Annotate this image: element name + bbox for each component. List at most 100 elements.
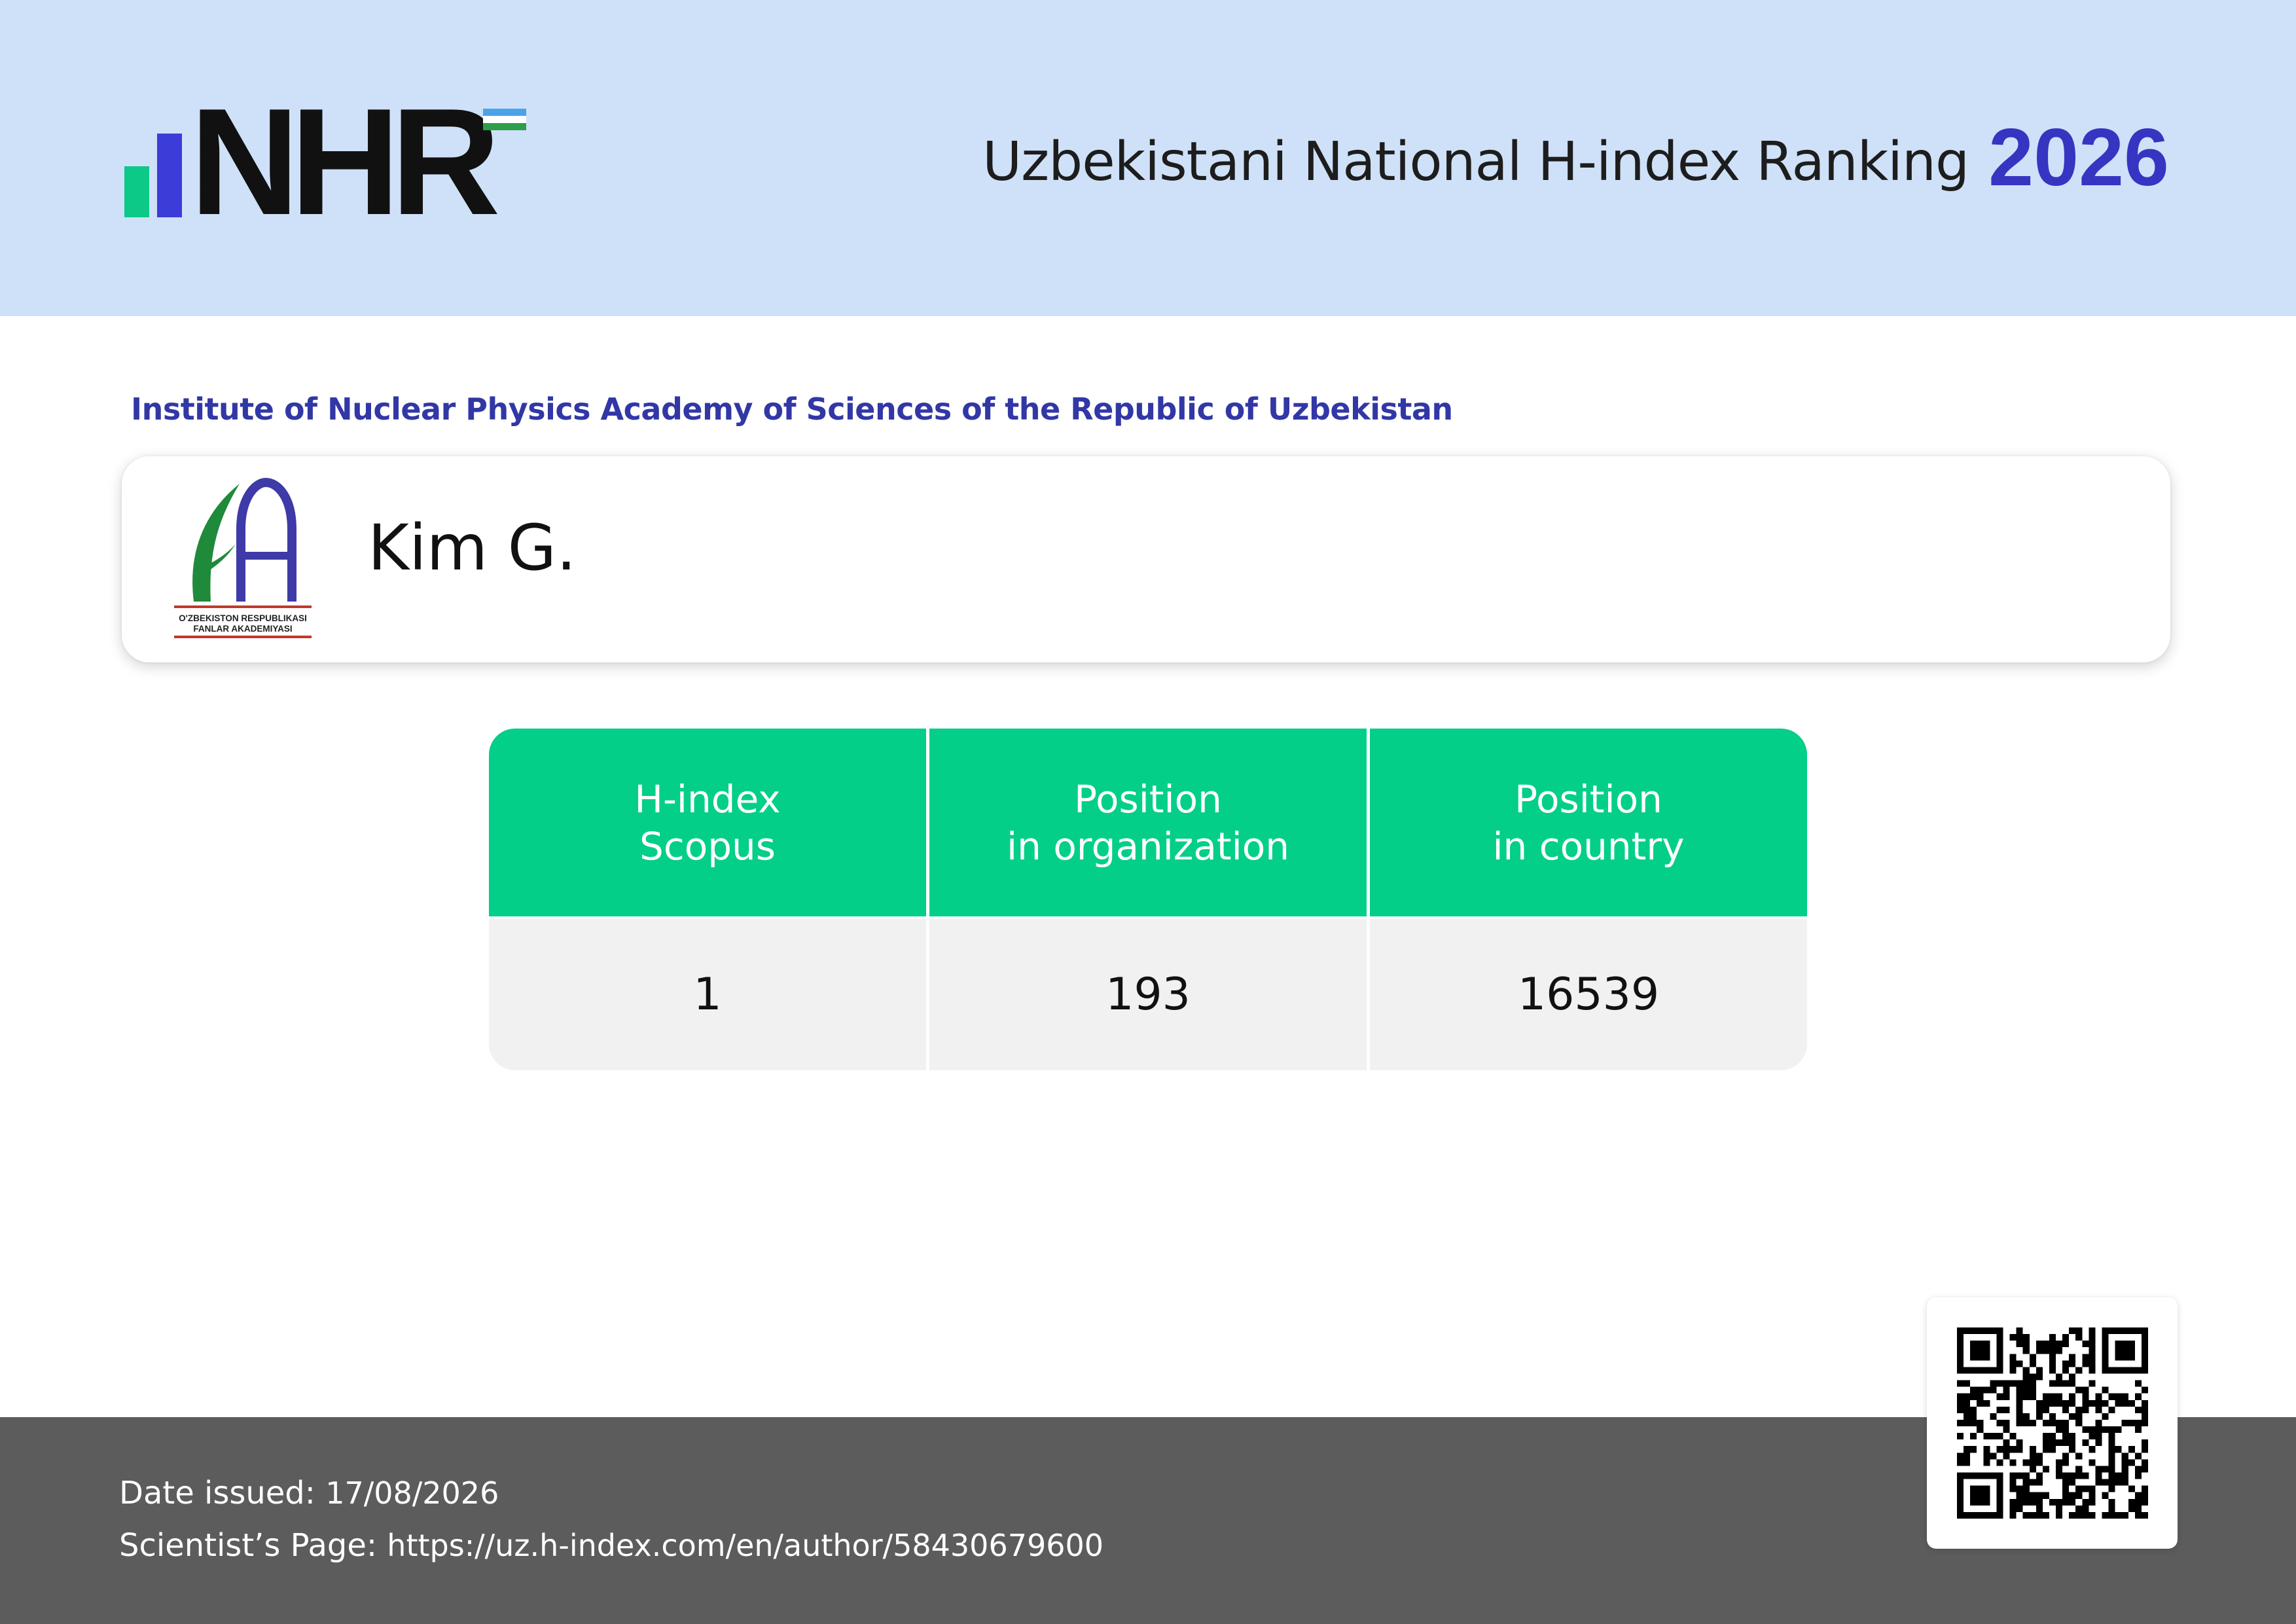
qr-module bbox=[2069, 1399, 2076, 1407]
qr-module bbox=[2141, 1492, 2148, 1499]
qr-module bbox=[2108, 1393, 2115, 1400]
qr-module bbox=[2062, 1380, 2070, 1387]
qr-module bbox=[2134, 1498, 2142, 1506]
qr-module bbox=[2056, 1498, 2063, 1506]
qr-module bbox=[2022, 1511, 2030, 1519]
qr-module bbox=[1970, 1341, 1990, 1361]
qr-module bbox=[2128, 1498, 2135, 1506]
qr-module bbox=[2075, 1472, 2083, 1479]
qr-module bbox=[2049, 1419, 2056, 1427]
qr-module bbox=[1957, 1399, 1964, 1407]
qr-module bbox=[2062, 1439, 2070, 1447]
qr-module bbox=[2134, 1505, 2142, 1512]
qr-module bbox=[2022, 1347, 2030, 1354]
qr-module bbox=[2042, 1341, 2049, 1348]
qr-module bbox=[2049, 1341, 2056, 1348]
qr-module bbox=[1977, 1426, 1984, 1434]
logo-bar-tall bbox=[157, 134, 182, 217]
qr-module bbox=[2009, 1459, 2017, 1466]
qr-module bbox=[2049, 1439, 2056, 1447]
qr-module bbox=[2108, 1505, 2115, 1512]
qr-module bbox=[2062, 1459, 2070, 1466]
qr-module bbox=[2062, 1426, 2070, 1434]
qr-module bbox=[2022, 1334, 2030, 1341]
qr-module bbox=[1964, 1446, 1971, 1453]
scientist-card: O'ZBEKISTON RESPUBLIKASI FANLAR AKADEMIY… bbox=[122, 456, 2170, 662]
qr-module bbox=[2029, 1360, 2036, 1367]
qr-module bbox=[1957, 1459, 1964, 1466]
qr-module bbox=[2036, 1453, 2043, 1460]
qr-module bbox=[1970, 1413, 1977, 1420]
qr-module bbox=[2134, 1511, 2142, 1519]
qr-module bbox=[1970, 1386, 1977, 1394]
scientist-page-link[interactable]: https://uz.h-index.com/en/author/5843067… bbox=[387, 1528, 1103, 1563]
qr-module bbox=[2056, 1419, 2063, 1427]
qr-module bbox=[2029, 1393, 2036, 1400]
qr-module bbox=[2121, 1479, 2128, 1486]
qr-module bbox=[2108, 1433, 2115, 1440]
qr-module bbox=[1996, 1406, 2003, 1413]
qr-module bbox=[2062, 1479, 2070, 1486]
academy-logo-text-line2: FANLAR AKADEMIYASI bbox=[193, 624, 293, 634]
qr-module bbox=[2022, 1472, 2030, 1479]
qr-module bbox=[2069, 1479, 2076, 1486]
qr-module bbox=[2134, 1393, 2142, 1400]
qr-module bbox=[2108, 1466, 2115, 1473]
qr-module bbox=[2082, 1386, 2089, 1394]
qr-module bbox=[2075, 1406, 2083, 1413]
qr-module bbox=[2049, 1433, 2056, 1440]
qr-module bbox=[2003, 1380, 2010, 1387]
qr-module bbox=[2082, 1341, 2089, 1348]
qr-module bbox=[2016, 1413, 2023, 1420]
qr-module bbox=[2003, 1419, 2010, 1427]
qr-module bbox=[2089, 1367, 2096, 1374]
stat-header-line1: H-index bbox=[634, 776, 781, 821]
qr-module bbox=[1977, 1399, 1984, 1407]
qr-module bbox=[2036, 1479, 2043, 1486]
qr-module bbox=[1964, 1419, 1971, 1427]
qr-module bbox=[2128, 1399, 2135, 1407]
qr-module bbox=[2141, 1419, 2148, 1427]
logo-bar-short bbox=[124, 166, 149, 217]
qr-module bbox=[2003, 1393, 2010, 1400]
qr-module bbox=[2115, 1426, 2122, 1434]
qr-module bbox=[2062, 1492, 2070, 1499]
qr-module bbox=[2134, 1466, 2142, 1473]
qr-module bbox=[2128, 1459, 2135, 1466]
qr-module bbox=[1983, 1399, 1990, 1407]
qr-module bbox=[2062, 1399, 2070, 1407]
qr-module bbox=[2075, 1386, 2083, 1394]
header-title: Uzbekistani National H-index Ranking bbox=[982, 131, 1969, 193]
qr-module bbox=[2016, 1472, 2023, 1479]
qr-module bbox=[2003, 1446, 2010, 1453]
qr-module bbox=[2108, 1439, 2115, 1447]
qr-module bbox=[1970, 1433, 1977, 1440]
qr-module bbox=[2128, 1505, 2135, 1512]
qr-module bbox=[2075, 1453, 2083, 1460]
qr-module bbox=[2089, 1327, 2096, 1335]
qr-module bbox=[2016, 1439, 2023, 1447]
qr-module bbox=[1964, 1459, 1971, 1466]
qr-module bbox=[2016, 1485, 2023, 1492]
qr-module bbox=[2102, 1399, 2109, 1407]
qr-module bbox=[2009, 1334, 2017, 1341]
stat-value: 193 bbox=[929, 919, 1367, 1070]
qr-module bbox=[2022, 1498, 2030, 1506]
qr-module bbox=[2029, 1380, 2036, 1387]
qr-module bbox=[2029, 1479, 2036, 1486]
qr-module bbox=[2095, 1466, 2102, 1473]
qr-module bbox=[2056, 1347, 2063, 1354]
qr-module bbox=[1957, 1406, 1964, 1413]
qr-code-card[interactable] bbox=[1927, 1297, 2178, 1549]
stat-column-hindex: H-index Scopus 1 bbox=[489, 729, 926, 1070]
qr-module bbox=[2069, 1498, 2076, 1506]
qr-module bbox=[2115, 1511, 2122, 1519]
qr-module bbox=[2089, 1354, 2096, 1361]
qr-module bbox=[2069, 1354, 2076, 1361]
qr-module bbox=[1977, 1386, 1984, 1394]
qr-module bbox=[2042, 1446, 2049, 1453]
qr-module bbox=[2095, 1393, 2102, 1400]
qr-module bbox=[2042, 1511, 2049, 1519]
qr-module bbox=[1996, 1380, 2003, 1387]
qr-module bbox=[2003, 1453, 2010, 1460]
